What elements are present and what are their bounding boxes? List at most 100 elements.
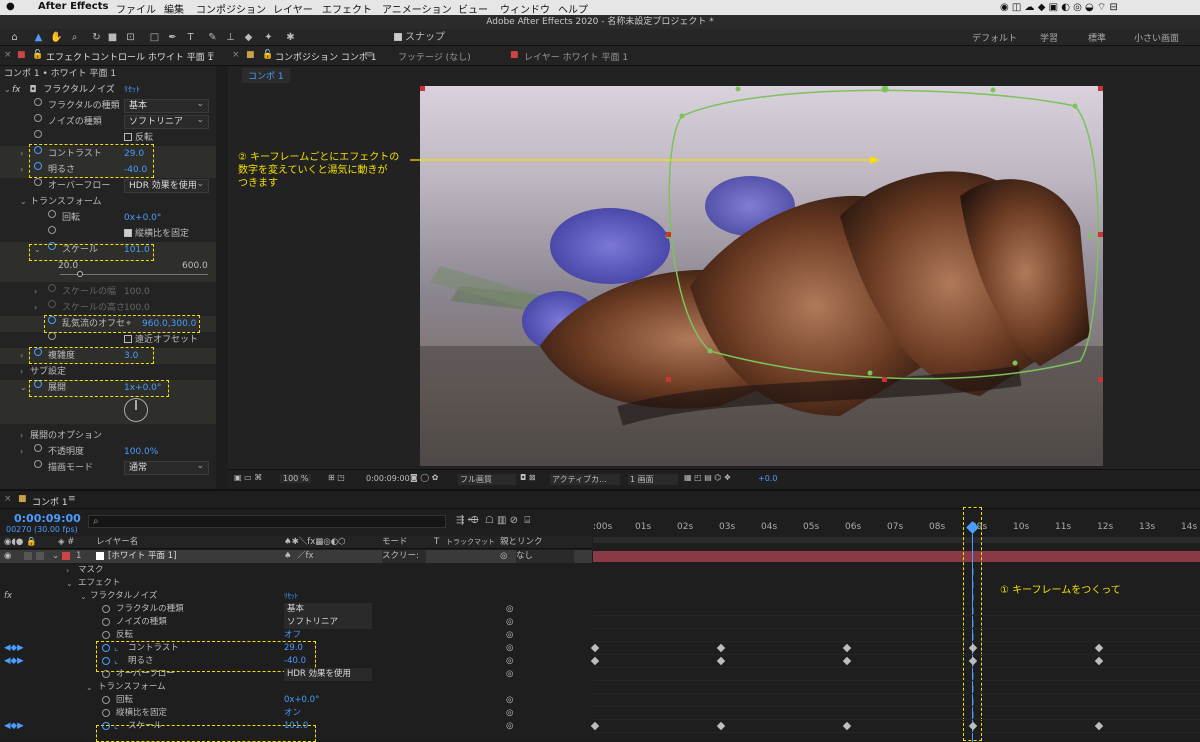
brightness-value[interactable]: -40.0 xyxy=(124,162,147,178)
stopwatch-icon[interactable] xyxy=(102,670,110,678)
close-icon[interactable]: × xyxy=(232,50,240,60)
expression-icon[interactable]: ◎ xyxy=(506,616,513,629)
menu-effect[interactable]: エフェクト xyxy=(322,1,372,16)
graph-icon[interactable]: ⌞ xyxy=(114,642,118,655)
menu-help[interactable]: ヘルプ xyxy=(558,1,588,16)
track-transform-group[interactable] xyxy=(593,681,1200,694)
viewer-options-icons[interactable]: ▣ ▭ ⌘ xyxy=(234,473,262,482)
type-tool-icon[interactable]: T xyxy=(184,31,197,44)
exposure-value[interactable]: +0.0 xyxy=(758,474,777,483)
stopwatch-icon[interactable] xyxy=(34,444,42,452)
menu-composition[interactable]: コンポジション xyxy=(196,1,266,16)
stopwatch-icon[interactable] xyxy=(102,696,110,704)
keyframe-nav-icon[interactable]: ◀◆▶ xyxy=(4,720,24,733)
zoom-tool-icon[interactable]: ⌕ xyxy=(68,31,81,44)
stopwatch-icon[interactable] xyxy=(48,226,56,234)
composition-frame[interactable] xyxy=(420,86,1103,466)
overflow-dropdown[interactable]: HDR 効果を使用 xyxy=(124,178,209,193)
rotation-value[interactable]: 0x+0.0° xyxy=(284,694,319,707)
track-uniform-scale[interactable] xyxy=(593,707,1200,720)
graph-icon[interactable]: ⌞ xyxy=(114,720,118,733)
keyframe[interactable] xyxy=(842,643,852,653)
tab-footage[interactable]: フッテージ (なし) xyxy=(398,50,471,63)
panel-menu-icon[interactable]: ≡ xyxy=(68,494,76,504)
roi-icon[interactable]: ◘ ⊠ xyxy=(520,473,536,482)
timecode[interactable]: 0:00:09:00 xyxy=(14,512,81,525)
menu-animation[interactable]: アニメーション xyxy=(382,1,452,16)
keyframe[interactable] xyxy=(968,656,978,666)
evolution-dial[interactable] xyxy=(124,398,148,422)
workspace-standard[interactable]: 標準 xyxy=(1088,31,1106,44)
track-brightness[interactable] xyxy=(590,655,1200,668)
eraser-tool-icon[interactable]: ◆ xyxy=(242,31,255,44)
reset-link[interactable]: ﾘｾｯﾄ xyxy=(284,590,298,603)
stopwatch-icon[interactable] xyxy=(34,114,42,122)
rectangle-tool-icon[interactable]: □ xyxy=(148,31,161,44)
keyframe[interactable] xyxy=(716,656,726,666)
workspace-learn[interactable]: 学習 xyxy=(1040,31,1058,44)
clone-tool-icon[interactable]: ⊥ xyxy=(224,31,237,44)
col-parent[interactable]: 親とリンク xyxy=(500,536,543,549)
keyframe[interactable] xyxy=(1094,643,1104,653)
stopwatch-icon[interactable] xyxy=(34,146,42,154)
contrast-value[interactable]: 29.0 xyxy=(284,642,303,655)
close-icon[interactable]: × xyxy=(4,494,12,504)
stopwatch-icon[interactable] xyxy=(34,380,42,388)
stopwatch-icon[interactable] xyxy=(48,332,56,340)
pickwhip-icon[interactable]: ◎ xyxy=(500,550,507,563)
mode-dropdown[interactable]: スクリー: xyxy=(382,550,426,563)
keyframe[interactable] xyxy=(590,643,600,653)
home-icon[interactable]: ⌂ xyxy=(8,31,21,44)
effect-header[interactable]: ⌄fx ◘ フラクタルノイズ ﾘｾｯﾄ xyxy=(0,82,216,98)
menu-file[interactable]: ファイル xyxy=(116,1,156,16)
workspace-small-screen[interactable]: 小さい画面 xyxy=(1134,31,1179,44)
track-fractal-type[interactable] xyxy=(593,603,1200,616)
expression-icon[interactable]: ◎ xyxy=(506,629,513,642)
search-input[interactable]: ⌕ xyxy=(88,515,446,528)
tab-layer[interactable]: レイヤー ホワイト 平面 1 xyxy=(524,50,628,63)
invert-checkbox[interactable]: 反転 xyxy=(124,130,153,146)
menu-app[interactable]: After Effects xyxy=(38,1,108,12)
layer-duration-bar[interactable] xyxy=(593,551,1200,562)
fx-icon[interactable]: fx xyxy=(12,85,21,95)
label-color[interactable] xyxy=(62,552,70,560)
audio-toggle[interactable] xyxy=(24,552,32,560)
keyframe[interactable] xyxy=(590,656,600,666)
eye-icon[interactable]: ◉ xyxy=(4,550,11,563)
layer-switches-icons[interactable]: ♠ ／fx xyxy=(284,550,314,563)
uniform-scale-value[interactable]: オン xyxy=(284,707,301,720)
camera-tool-icon[interactable]: ■ xyxy=(106,31,119,44)
selection-tool-icon[interactable]: ▲ xyxy=(32,31,45,44)
av-switches-icons[interactable]: ◉◖● 🔒 xyxy=(4,536,37,549)
keyframe[interactable] xyxy=(590,721,600,731)
track-noise-type[interactable] xyxy=(593,616,1200,629)
opacity-value[interactable]: 100.0% xyxy=(124,444,158,460)
grid-icon[interactable]: ⊞ ◳ xyxy=(328,473,345,482)
switches-icons[interactable]: ♠✱＼fx▦◎◐⬡ xyxy=(284,536,346,549)
timeline-switch-icons[interactable]: ⇶ ⬲ ☖ ▥ ⊘ ⌸ xyxy=(456,515,530,526)
stopwatch-icon[interactable] xyxy=(48,210,56,218)
effect-group[interactable]: ⌄ エフェクト xyxy=(0,577,592,590)
keyframe-nav-icon[interactable]: ◀◆▶ xyxy=(4,642,24,655)
close-icon[interactable]: × xyxy=(4,50,12,60)
noise-type-dropdown[interactable]: ソフトリニア xyxy=(124,114,209,129)
keyframe[interactable] xyxy=(1094,656,1104,666)
track-scale[interactable] xyxy=(590,720,1200,733)
brightness-value[interactable]: -40.0 xyxy=(284,655,306,668)
stopwatch-icon[interactable] xyxy=(34,130,42,138)
offset-value[interactable]: 960.0,300.0 xyxy=(142,316,196,332)
panel-menu-icon[interactable]: ≡ xyxy=(366,50,374,60)
lock-icon[interactable]: 🔓 xyxy=(32,50,43,60)
graph-icon[interactable]: ⌞ xyxy=(114,655,118,668)
keyframe[interactable] xyxy=(968,721,978,731)
expression-icon[interactable]: ◎ xyxy=(506,694,513,707)
keyframe[interactable] xyxy=(716,643,726,653)
roto-brush-icon[interactable]: ✦ xyxy=(262,31,275,44)
hand-tool-icon[interactable]: ✋ xyxy=(50,31,63,44)
stopwatch-icon[interactable] xyxy=(34,348,42,356)
stopwatch-icon[interactable] xyxy=(34,98,42,106)
expression-icon[interactable]: ◎ xyxy=(506,655,513,668)
col-layer-name[interactable]: レイヤー名 xyxy=(96,536,138,549)
reset-link[interactable]: ﾘｾｯﾄ xyxy=(124,82,140,98)
expression-icon[interactable]: ◎ xyxy=(506,642,513,655)
